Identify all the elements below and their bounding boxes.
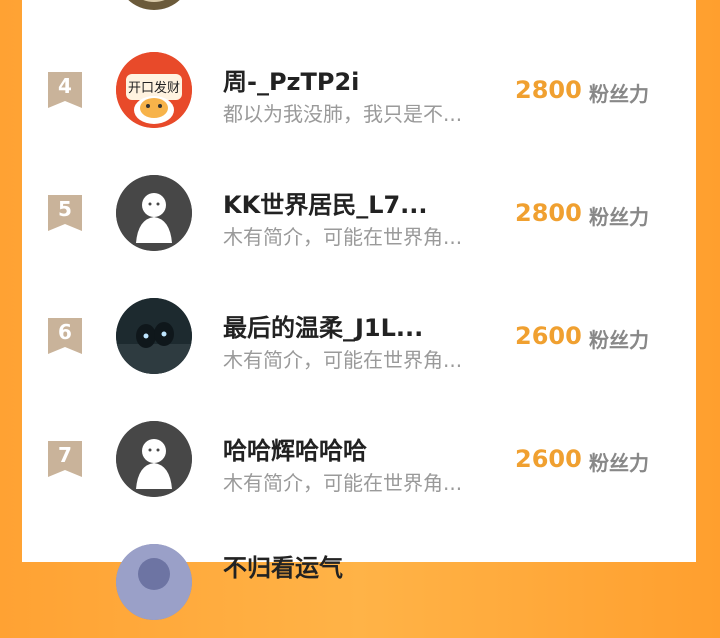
avatar[interactable]	[116, 421, 192, 497]
user-name[interactable]: 哈哈辉哈哈哈	[223, 431, 367, 466]
fan-power-score: 2800	[515, 76, 582, 104]
user-bio: 木有简介，可能在世界角...	[223, 471, 463, 495]
partial-top-avatar[interactable]	[116, 0, 192, 10]
rank-badge: 6	[48, 318, 82, 354]
user-name[interactable]: KK世界居民_L7...	[223, 185, 428, 220]
user-name[interactable]: 不归看运气	[223, 548, 343, 583]
user-name[interactable]: 最后的温柔_J1L...	[223, 308, 423, 343]
fan-power-score: 2600	[515, 445, 582, 473]
avatar[interactable]	[116, 298, 192, 374]
svg-text:开口发财: 开口发财	[128, 80, 180, 96]
user-bio: 木有简介，可能在世界角...	[223, 225, 463, 249]
rank-badge: 5	[48, 195, 82, 231]
list-item[interactable]: 不归看运气	[22, 528, 696, 638]
list-item[interactable]: 6 最后的温柔_J1L... 木有简介，可能在世界角... 2600 粉丝力	[22, 282, 696, 392]
user-bio: 都以为我没肺，我只是不...	[223, 102, 463, 126]
rank-badge: 4	[48, 72, 82, 108]
fan-power-unit: 粉丝力	[589, 82, 649, 106]
fan-power-unit: 粉丝力	[589, 205, 649, 229]
avatar[interactable]: 开口发财	[116, 52, 192, 128]
default-user-icon	[116, 421, 192, 497]
avatar[interactable]	[116, 544, 192, 620]
user-bio: 木有简介，可能在世界角...	[223, 348, 463, 372]
default-user-icon	[116, 175, 192, 251]
rank-badge: 7	[48, 441, 82, 477]
ranking-list-card: 4 开口发财 周-_PzTP2i 都以为我没肺，我只是不... 2800 粉丝力…	[22, 0, 696, 620]
list-item[interactable]: 5 KK世界居民_L7... 木有简介，可能在世界角... 2800 粉丝力	[22, 159, 696, 269]
tiger-icon: 开口发财	[116, 52, 192, 128]
list-item[interactable]: 4 开口发财 周-_PzTP2i 都以为我没肺，我只是不... 2800 粉丝力	[22, 36, 696, 146]
night-photo-icon	[116, 298, 192, 374]
list-item[interactable]: 7 哈哈辉哈哈哈 木有简介，可能在世界角... 2600 粉丝力	[22, 405, 696, 515]
fan-power-unit: 粉丝力	[589, 328, 649, 352]
partial-avatar-icon	[116, 544, 192, 620]
avatar[interactable]	[116, 175, 192, 251]
fan-power-score: 2600	[515, 322, 582, 350]
fan-power-unit: 粉丝力	[589, 451, 649, 475]
fan-power-score: 2800	[515, 199, 582, 227]
user-name[interactable]: 周-_PzTP2i	[223, 62, 359, 97]
